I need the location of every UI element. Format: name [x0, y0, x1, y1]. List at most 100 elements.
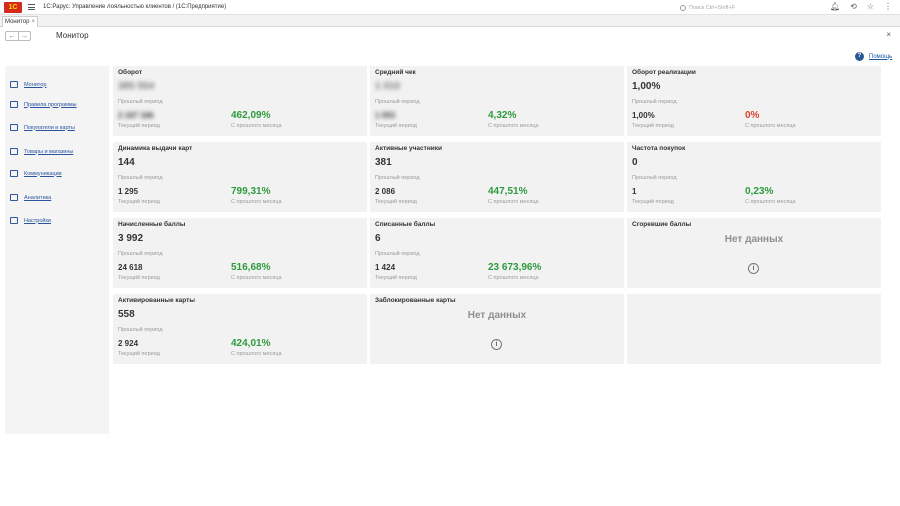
favorites-icon[interactable]: ☆: [867, 2, 874, 11]
pct-value: 0,23%: [745, 186, 774, 197]
app-title: 1С:Рарус: Управление лояльностью клиенто…: [43, 4, 227, 10]
main-menu-icon[interactable]: [28, 4, 35, 10]
card-title: Динамика выдачи карт: [118, 145, 193, 152]
prev-label: Прошлый период: [118, 251, 163, 257]
pct-value: 424,01%: [231, 338, 271, 349]
sidebar: Монитор Правила программы Покупатели и к…: [5, 66, 109, 434]
prev-value: 385 554: [118, 81, 155, 92]
sidebar-item-label: Монитор: [24, 81, 47, 88]
card-title: Сгоревшие баллы: [632, 221, 692, 228]
cur-value: 1: [632, 187, 637, 196]
help-label: Помощь: [869, 53, 893, 60]
tab-bar: Монитор ×: [0, 15, 900, 27]
sidebar-item-settings[interactable]: Настройки: [10, 217, 51, 224]
global-search-input[interactable]: Поиск Ctrl+Shift+F: [680, 3, 790, 12]
basket-icon: [10, 148, 18, 155]
cur-value: 2 086: [375, 187, 396, 196]
prev-value: 3 992: [118, 233, 144, 244]
cur-value: 24 618: [118, 263, 143, 272]
cur-label: Текущий период: [632, 199, 674, 205]
sidebar-item-communications[interactable]: Коммуникации: [10, 170, 62, 177]
cur-label: Текущий период: [632, 123, 674, 129]
sidebar-item-label: Покупатели и карты: [24, 124, 75, 131]
card-title: Заблокированные карты: [375, 297, 456, 304]
more-icon[interactable]: ⋮: [884, 2, 892, 11]
card-turnover: Оборот 385 554 Прошлый период 2 167 166 …: [113, 66, 367, 136]
sidebar-item-label: Аналитика: [24, 194, 52, 201]
help-icon: ?: [855, 52, 864, 61]
pct-label: С прошлого месяца: [488, 275, 539, 281]
card-card-issue: Динамика выдачи карт 144 Прошлый период …: [113, 142, 367, 212]
card-title: Оборот: [118, 69, 143, 76]
prev-value: 381: [375, 157, 392, 168]
pct-value: 447,51%: [488, 186, 528, 197]
prev-label: Прошлый период: [118, 175, 163, 181]
card-title: Частота покупок: [632, 145, 686, 152]
cur-label: Текущий период: [375, 123, 417, 129]
page-title: Монитор: [56, 31, 89, 40]
history-icon[interactable]: ⟲: [850, 2, 857, 11]
prev-value: 558: [118, 309, 135, 320]
search-icon: [680, 4, 686, 11]
sidebar-item-rules[interactable]: Правила программы: [10, 101, 77, 108]
card-title: Начисленные баллы: [118, 221, 186, 228]
sidebar-item-analytics[interactable]: Аналитика: [10, 194, 51, 201]
card-title: Списанные баллы: [375, 221, 436, 228]
home-icon: [10, 81, 18, 88]
prev-value: 1,00%: [632, 81, 661, 92]
tab-monitor[interactable]: Монитор ×: [2, 16, 38, 27]
sidebar-item-goods[interactable]: Товары и магазины: [10, 148, 73, 155]
card-empty: [627, 294, 881, 364]
cur-value: 1 295: [118, 187, 139, 196]
card-avg-check: Средний чек 1 010 Прошлый период 1 053 Т…: [370, 66, 624, 136]
cur-value: 2 924: [118, 339, 139, 348]
cur-label: Текущий период: [375, 275, 417, 281]
card-blocked-cards: Заблокированные карты Нет данных i: [370, 294, 624, 364]
prev-label: Прошлый период: [632, 175, 677, 181]
cur-label: Текущий период: [118, 275, 160, 281]
help-link[interactable]: ? Помощь: [855, 52, 892, 61]
card-activated-cards: Активированные карты 558 Прошлый период …: [113, 294, 367, 364]
cur-value: 2 167 166: [118, 111, 154, 120]
cur-value: 1,00%: [632, 111, 655, 120]
sidebar-item-label: Товары и магазины: [24, 148, 74, 155]
pct-label: С прошлого месяца: [231, 275, 282, 281]
pct-label: С прошлого месяца: [231, 123, 282, 129]
cur-label: Текущий период: [118, 351, 160, 357]
info-icon[interactable]: i: [491, 339, 502, 350]
pct-value: 23 673,96%: [488, 262, 542, 273]
sidebar-item-customers[interactable]: Покупатели и карты: [10, 124, 75, 131]
card-sales-turnover: Оборот реализации 1,00% Прошлый период 1…: [627, 66, 881, 136]
prev-label: Прошлый период: [375, 175, 420, 181]
info-icon[interactable]: i: [748, 263, 759, 274]
search-placeholder: Поиск Ctrl+Shift+F: [689, 4, 736, 11]
form-close-icon[interactable]: ×: [886, 30, 891, 39]
tab-close-icon[interactable]: ×: [31, 17, 35, 27]
card-active-members: Активные участники 381 Прошлый период 2 …: [370, 142, 624, 212]
back-button[interactable]: ←: [6, 32, 18, 40]
pct-value: 4,32%: [488, 110, 517, 121]
cur-value: 1 053: [375, 111, 396, 120]
pct-label: С прошлого месяца: [488, 199, 539, 205]
tab-label: Монитор: [5, 19, 30, 25]
prev-label: Прошлый период: [632, 99, 677, 105]
sidebar-item-monitor[interactable]: Монитор: [10, 81, 46, 88]
notification-icon[interactable]: 🔔︎: [830, 2, 840, 11]
sidebar-item-label: Настройки: [24, 217, 51, 224]
sidebar-item-label: Правила программы: [24, 101, 77, 108]
pct-label: С прошлого месяца: [231, 199, 282, 205]
pct-value: 0%: [745, 110, 760, 121]
chat-icon: [10, 170, 18, 177]
forward-button[interactable]: →: [18, 32, 30, 40]
cur-value: 1 424: [375, 263, 396, 272]
prev-label: Прошлый период: [118, 327, 163, 333]
prev-value: 0: [632, 157, 638, 168]
prev-label: Прошлый период: [118, 99, 163, 105]
pct-label: С прошлого месяца: [745, 199, 796, 205]
card-title: Активированные карты: [118, 297, 195, 304]
cur-label: Текущий период: [118, 199, 160, 205]
card-title: Средний чек: [375, 69, 416, 76]
card-icon: [10, 124, 18, 131]
prev-label: Прошлый период: [375, 251, 420, 257]
card-burned-points: Сгоревшие баллы Нет данных i: [627, 218, 881, 288]
